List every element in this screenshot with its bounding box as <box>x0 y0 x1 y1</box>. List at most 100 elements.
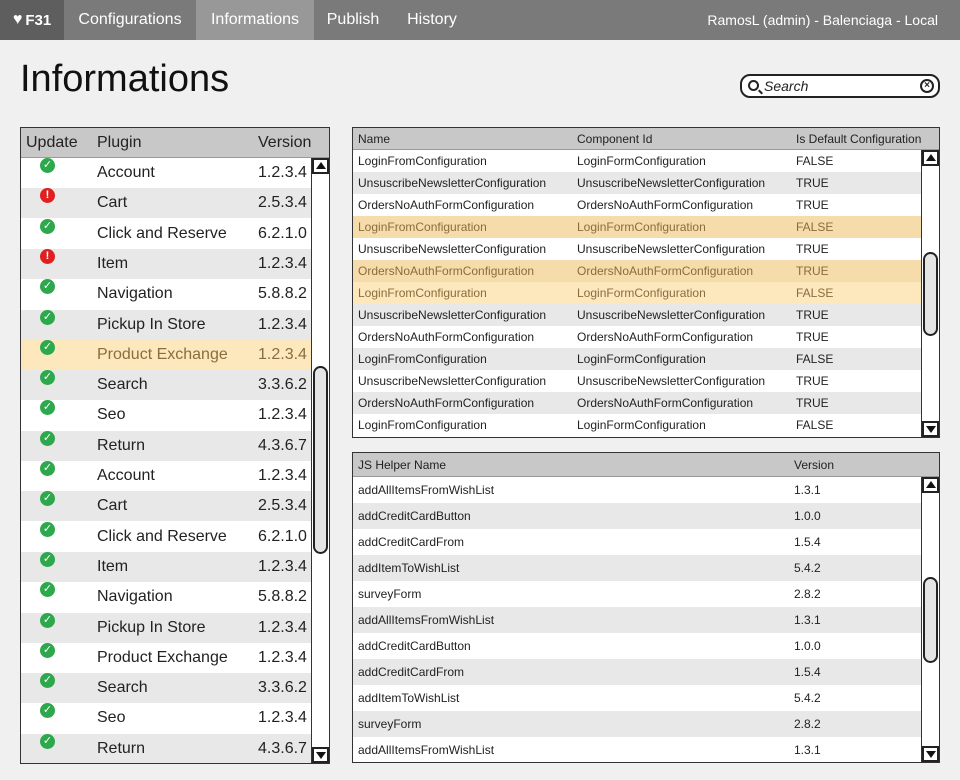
plugin-name: Return <box>97 739 146 757</box>
plugins-scrollbar[interactable] <box>311 158 329 763</box>
table-row[interactable]: addCreditCardFrom 1.5.4 <box>353 529 922 555</box>
table-row[interactable]: LoginFromConfiguration LoginFormConfigura… <box>353 282 922 304</box>
table-row[interactable]: ✓ Item 1.2.3.4 <box>21 551 312 582</box>
plugin-version: 1.2.3.4 <box>258 315 307 333</box>
check-circle-icon: ✓ <box>40 309 55 325</box>
table-row[interactable]: ! Cart 2.5.3.4 <box>21 188 312 219</box>
table-row[interactable]: UnsuscribeNewsletterConfiguration Unsuscr… <box>353 370 922 392</box>
table-row[interactable]: OrdersNoAuthFormConfiguration OrdersNoAut… <box>353 326 922 348</box>
table-row[interactable]: OrdersNoAuthFormConfiguration OrdersNoAut… <box>353 392 922 414</box>
plugin-version: 1.2.3.4 <box>258 557 307 575</box>
scroll-down-arrow-icon[interactable] <box>922 746 939 762</box>
table-row[interactable]: ✓ Click and Reserve 6.2.1.0 <box>21 218 312 249</box>
clear-search-icon[interactable]: × <box>920 79 934 93</box>
table-row[interactable]: ✓ Return 4.3.6.7 <box>21 733 312 763</box>
table-row[interactable]: addItemToWishList 5.4.2 <box>353 555 922 581</box>
table-row[interactable]: addCreditCardFrom 1.5.4 <box>353 659 922 685</box>
table-row[interactable]: addAllItemsFromWishList 1.3.1 <box>353 477 922 503</box>
table-row[interactable]: ✓ Pickup In Store 1.2.3.4 <box>21 309 312 340</box>
plugin-version: 1.2.3.4 <box>258 406 307 424</box>
table-row[interactable]: surveyForm 2.8.2 <box>353 581 922 607</box>
config-name: LoginFromConfiguration <box>358 352 487 366</box>
js-helper-version: 2.8.2 <box>794 717 821 731</box>
app-logo[interactable]: ♥ F31 <box>0 0 64 40</box>
table-row[interactable]: ✓ Product Exchange 1.2.3.4 <box>21 642 312 673</box>
table-row[interactable]: addAllItemsFromWishList 1.3.1 <box>353 607 922 633</box>
check-circle-icon: ✓ <box>40 642 55 658</box>
table-row[interactable]: UnsuscribeNewsletterConfiguration Unsuscr… <box>353 304 922 326</box>
column-header-default[interactable]: Is Default Configuration <box>796 132 921 146</box>
column-header-version[interactable]: Version <box>794 458 834 472</box>
column-header-name[interactable]: Name <box>358 132 390 146</box>
table-row[interactable]: LoginFromConfiguration LoginFormConfigura… <box>353 216 922 238</box>
js-helper-version: 5.4.2 <box>794 691 821 705</box>
plugins-table-header: Update Plugin Version <box>21 128 329 158</box>
component-id: UnsuscribeNewsletterConfiguration <box>577 242 766 256</box>
table-row[interactable]: ✓ Account 1.2.3.4 <box>21 461 312 491</box>
plugin-name: Navigation <box>97 285 173 303</box>
table-row[interactable]: addAllItemsFromWishList 1.3.1 <box>353 737 922 762</box>
scroll-down-arrow-icon[interactable] <box>312 747 329 763</box>
page-title: Informations <box>20 58 230 100</box>
is-default-value: TRUE <box>796 330 829 344</box>
table-row[interactable]: ✓ Account 1.2.3.4 <box>21 158 312 188</box>
js-helper-version: 1.3.1 <box>794 483 821 497</box>
table-row[interactable]: UnsuscribeNewsletterConfiguration Unsuscr… <box>353 172 922 194</box>
component-id: OrdersNoAuthFormConfiguration <box>577 198 754 212</box>
tab-informations[interactable]: Informations <box>196 0 314 40</box>
error-circle-icon: ! <box>40 248 55 264</box>
tab-configurations[interactable]: Configurations <box>64 0 196 40</box>
js-helpers-scrollbar[interactable] <box>921 477 939 762</box>
column-header-plugin[interactable]: Plugin <box>97 134 141 152</box>
scroll-up-arrow-icon[interactable] <box>922 477 939 493</box>
is-default-value: FALSE <box>796 220 834 234</box>
table-row[interactable]: ✓ Return 4.3.6.7 <box>21 430 312 461</box>
column-header-update[interactable]: Update <box>26 134 78 152</box>
table-row[interactable]: LoginFromConfiguration LoginFormConfigura… <box>353 414 922 436</box>
table-row[interactable]: LoginFromConfiguration LoginFormConfigura… <box>353 150 922 172</box>
search-icon <box>748 80 759 91</box>
table-row[interactable]: ✓ Click and Reserve 6.2.1.0 <box>21 521 312 552</box>
configurations-scrollbar[interactable] <box>921 150 939 437</box>
table-row[interactable]: OrdersNoAuthFormConfiguration OrdersNoAut… <box>353 194 922 216</box>
scroll-up-arrow-icon[interactable] <box>312 158 329 174</box>
scroll-thumb[interactable] <box>313 366 328 554</box>
table-row[interactable]: ✓ Navigation 5.8.8.2 <box>21 279 312 309</box>
table-row[interactable]: addCreditCardButton 1.0.0 <box>353 503 922 529</box>
tab-publish[interactable]: Publish <box>314 0 392 40</box>
js-helper-version: 1.5.4 <box>794 535 821 549</box>
plugin-version: 2.5.3.4 <box>258 497 307 515</box>
scroll-thumb[interactable] <box>923 252 938 336</box>
table-row[interactable]: addCreditCardButton 1.0.0 <box>353 633 922 659</box>
table-row[interactable]: ✓ Seo 1.2.3.4 <box>21 703 312 733</box>
plugin-version: 1.2.3.4 <box>258 164 307 181</box>
table-row[interactable]: OrdersNoAuthFormConfiguration OrdersNoAut… <box>353 260 922 282</box>
tab-history[interactable]: History <box>392 0 472 40</box>
table-row[interactable]: ✓ Navigation 5.8.8.2 <box>21 582 312 612</box>
plugins-table: Update Plugin Version ✓ Account 1.2.3.4! Ca… <box>20 127 330 764</box>
is-default-value: TRUE <box>796 176 829 190</box>
is-default-value: FALSE <box>796 352 834 366</box>
table-row[interactable]: surveyForm 2.8.2 <box>353 711 922 737</box>
table-row[interactable]: ✓ Product Exchange 1.2.3.4 <box>21 339 312 370</box>
config-name: UnsuscribeNewsletterConfiguration <box>358 242 547 256</box>
column-header-component-id[interactable]: Component Id <box>577 132 652 146</box>
table-row[interactable]: ✓ Cart 2.5.3.4 <box>21 491 312 522</box>
column-header-version[interactable]: Version <box>258 134 311 152</box>
table-row[interactable]: ✓ Search 3.3.6.2 <box>21 673 312 704</box>
table-row[interactable]: UnsuscribeNewsletterConfiguration Unsuscr… <box>353 238 922 260</box>
table-row[interactable]: addItemToWishList 5.4.2 <box>353 685 922 711</box>
scroll-thumb[interactable] <box>923 577 938 663</box>
table-row[interactable]: ! Item 1.2.3.4 <box>21 248 312 279</box>
user-info[interactable]: RamosL (admin) - Balenciaga - Local <box>707 0 938 40</box>
js-helper-version: 2.8.2 <box>794 587 821 601</box>
scroll-up-arrow-icon[interactable] <box>922 150 939 166</box>
scroll-down-arrow-icon[interactable] <box>922 421 939 437</box>
column-header-js-helper-name[interactable]: JS Helper Name <box>358 458 446 472</box>
table-row[interactable]: ✓ Search 3.3.6.2 <box>21 370 312 401</box>
plugin-version: 5.8.8.2 <box>258 588 307 606</box>
search-input[interactable] <box>764 77 914 95</box>
table-row[interactable]: ✓ Seo 1.2.3.4 <box>21 400 312 430</box>
table-row[interactable]: LoginFromConfiguration LoginFormConfigura… <box>353 348 922 370</box>
table-row[interactable]: ✓ Pickup In Store 1.2.3.4 <box>21 612 312 643</box>
